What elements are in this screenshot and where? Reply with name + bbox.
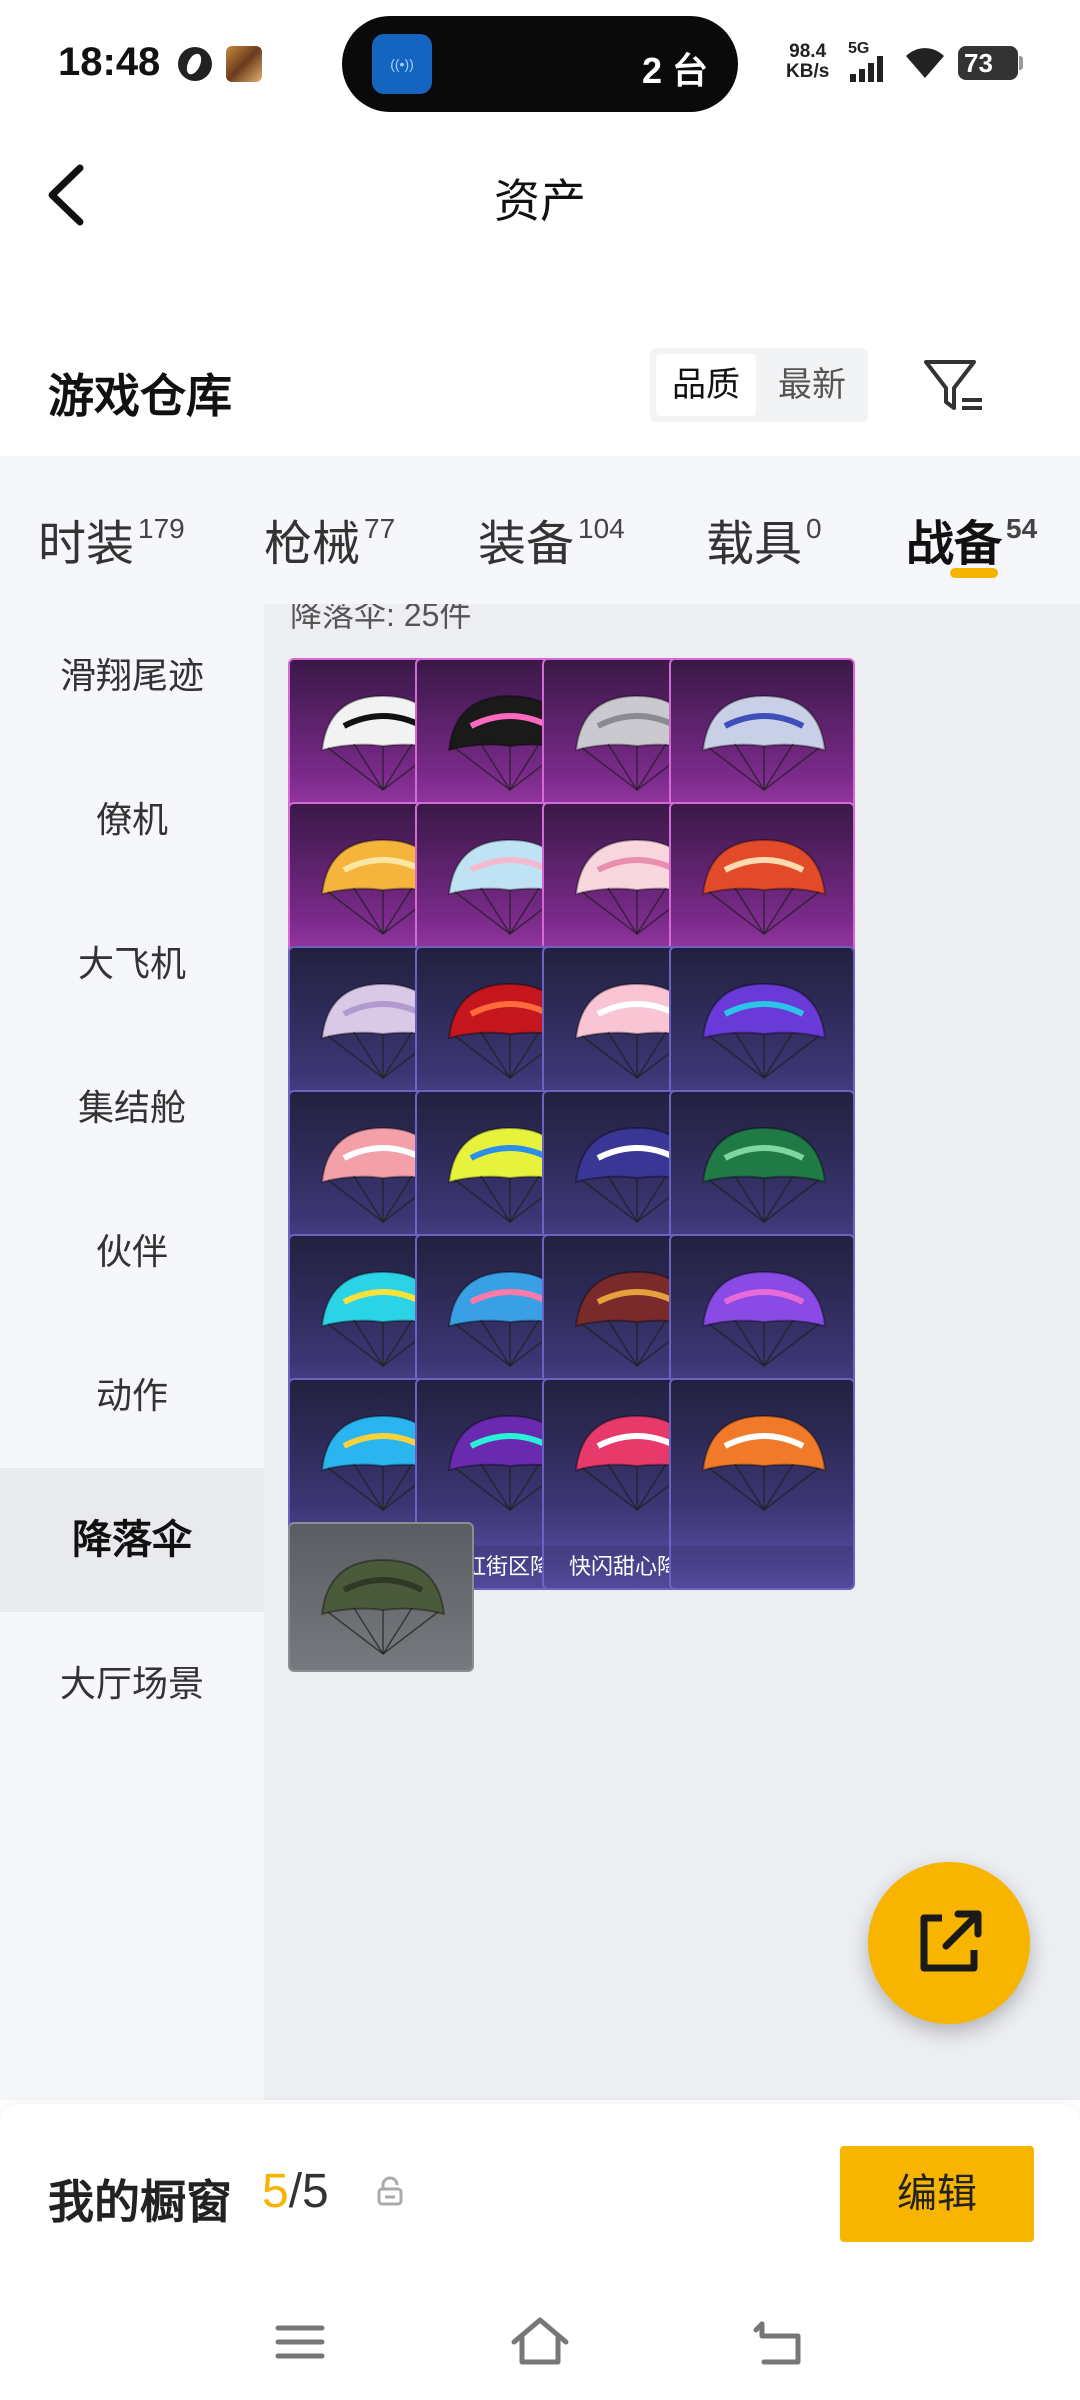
- item-card[interactable]: [669, 1378, 855, 1590]
- net-speed-unit: KB/s: [786, 61, 830, 82]
- signal-icon: [850, 56, 890, 82]
- home-icon[interactable]: [508, 2310, 572, 2374]
- sidebar-item-lobby-scene[interactable]: 大厅场景: [0, 1612, 264, 1756]
- dynamic-island[interactable]: ((•)) 2 台: [342, 16, 738, 112]
- tab-weapons[interactable]: 枪械 77: [264, 504, 395, 574]
- tab-equipment[interactable]: 装备 104: [478, 504, 625, 574]
- tab-battle-prep[interactable]: 战备 54: [906, 504, 1037, 574]
- active-tab-indicator: [950, 568, 998, 578]
- parachute-icon: [701, 1126, 827, 1223]
- tab-label: 枪械: [264, 518, 361, 571]
- back-icon[interactable]: [748, 2310, 812, 2374]
- category-tabs: 时装 179 枪械 77 装备 104 载具 0 战备 54: [0, 456, 1080, 604]
- sidebar-item-glide-trail[interactable]: 滑翔尾迹: [0, 604, 264, 748]
- tab-count: 0: [806, 513, 822, 544]
- status-bar: 18:48 ((•)) 2 台 98.4 KB/s 5G 73: [0, 0, 1080, 130]
- page-title: 资产: [494, 175, 586, 227]
- parachute-icon: [701, 982, 827, 1079]
- sidebar-item-assembly-pod[interactable]: 集结舱: [0, 1036, 264, 1180]
- hotspot-icon: ((•)): [372, 34, 432, 94]
- tab-count: 54: [1006, 513, 1038, 544]
- sort-quality-button[interactable]: 品质: [656, 354, 756, 416]
- sidebar-item-emote[interactable]: 动作: [0, 1324, 264, 1468]
- tab-label: 装备: [478, 518, 575, 571]
- tab-label: 载具: [706, 518, 803, 571]
- share-icon[interactable]: [868, 1862, 1030, 2024]
- edit-button[interactable]: 编辑: [840, 2146, 1034, 2242]
- showcase-count: 5/5: [262, 2164, 329, 2219]
- showcase-current: 5: [262, 2165, 289, 2218]
- tab-fashion[interactable]: 时装 179: [38, 504, 185, 574]
- sort-toggle: 品质 最新: [650, 348, 868, 422]
- lock-icon: [377, 2176, 403, 2206]
- battery-level: 73: [964, 48, 993, 78]
- grid-header: 降落伞: 25件: [290, 604, 472, 633]
- menu-icon[interactable]: [268, 2310, 332, 2374]
- net-speed: 98.4 KB/s: [786, 42, 829, 82]
- tab-label: 战备: [906, 518, 1003, 571]
- parachute-icon: [701, 1414, 827, 1511]
- showcase-total: /5: [288, 2165, 329, 2218]
- warehouse-title: 游戏仓库: [48, 370, 232, 422]
- parachute-icon: [701, 694, 827, 791]
- showcase-label: 我的橱窗: [48, 2176, 232, 2228]
- tab-count: 179: [138, 513, 185, 544]
- tab-count: 104: [578, 513, 625, 544]
- sidebar-item-parachute[interactable]: 降落伞: [0, 1468, 264, 1612]
- sidebar-item-big-plane[interactable]: 大飞机: [0, 892, 264, 1036]
- filter-icon[interactable]: [922, 356, 986, 418]
- tab-count: 77: [364, 513, 396, 544]
- parachute-icon: [701, 1270, 827, 1367]
- wifi-icon: [906, 48, 944, 78]
- game-notification-icon: [226, 46, 262, 82]
- system-nav-bar: [0, 2284, 1080, 2400]
- status-time: 18:48: [58, 40, 161, 84]
- tab-label: 时装: [38, 518, 135, 571]
- island-device-count: 2 台: [641, 50, 708, 91]
- battery-icon: 73: [958, 46, 1023, 80]
- sidebar: 滑翔尾迹 僚机 大飞机 集结舱 伙伴 动作 降落伞 大厅场景: [0, 604, 264, 2100]
- showcase-bar: 我的橱窗 5/5 编辑: [0, 2104, 1080, 2284]
- item-name: [671, 1546, 853, 1588]
- parachute-icon: [320, 1558, 446, 1655]
- net-speed-value: 98.4: [789, 41, 827, 62]
- parachute-icon: [701, 838, 827, 935]
- sidebar-item-companion[interactable]: 伙伴: [0, 1180, 264, 1324]
- tab-vehicles[interactable]: 载具 0: [706, 504, 822, 574]
- item-card[interactable]: [288, 1522, 474, 1672]
- sidebar-item-wingman[interactable]: 僚机: [0, 748, 264, 892]
- app-notification-icon: [178, 47, 212, 81]
- sort-newest-button[interactable]: 最新: [762, 354, 862, 416]
